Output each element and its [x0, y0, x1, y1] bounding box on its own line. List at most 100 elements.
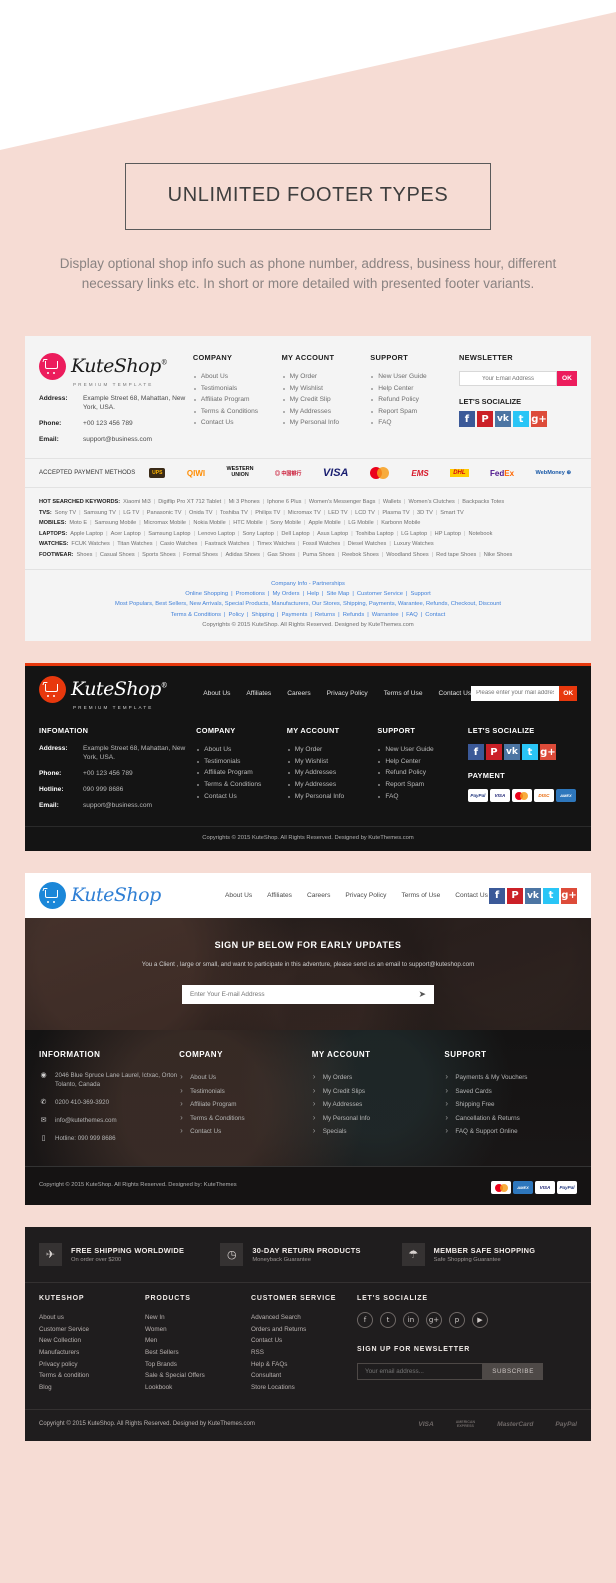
list-item[interactable]: Specials: [312, 1124, 445, 1139]
list-item[interactable]: Manufacturers: [39, 1347, 145, 1359]
keyword-link[interactable]: Philips TV: [255, 510, 280, 516]
list-item[interactable]: Terms & Conditions: [196, 779, 287, 791]
list-item[interactable]: Report Spam: [370, 406, 459, 418]
newsletter-email-input[interactable]: [458, 371, 557, 386]
subscribe-button[interactable]: SUBSCRIBE: [483, 1363, 543, 1381]
list-item[interactable]: About Us: [196, 744, 287, 756]
list-item[interactable]: About Us: [193, 371, 282, 383]
list-item[interactable]: Cancellation & Returns: [444, 1111, 577, 1126]
keyword-link[interactable]: LG Mobile: [348, 520, 374, 526]
newsletter-email-input[interactable]: [357, 1363, 484, 1381]
list-item[interactable]: Lookbook: [145, 1382, 251, 1394]
vk-icon[interactable]: vk: [525, 887, 541, 904]
list-item[interactable]: Privacy policy: [39, 1359, 145, 1371]
footer3-brand-block[interactable]: KuteShop: [39, 882, 189, 910]
keyword-link[interactable]: Micromax TV: [288, 510, 321, 516]
footer-link[interactable]: Customer Service: [357, 591, 403, 597]
youtube-icon[interactable]: ▶: [472, 1312, 488, 1329]
twitter-icon[interactable]: t: [512, 411, 529, 427]
vk-icon[interactable]: vk: [503, 744, 520, 761]
list-item[interactable]: About us: [39, 1312, 145, 1324]
list-item[interactable]: Top Brands: [145, 1359, 251, 1371]
list-item[interactable]: My Orders: [312, 1070, 445, 1085]
keyword-link[interactable]: Notebook: [468, 531, 492, 537]
nav-link[interactable]: Terms of Use: [384, 690, 423, 697]
linkedin-icon[interactable]: in: [403, 1312, 419, 1329]
footer-link[interactable]: Terms & Conditions: [171, 612, 221, 618]
list-item[interactable]: Contact Us: [179, 1124, 312, 1139]
keyword-link[interactable]: Sony TV: [55, 510, 76, 516]
nav-link[interactable]: About Us: [203, 690, 230, 697]
keyword-link[interactable]: Sony Laptop: [242, 531, 273, 537]
keyword-link[interactable]: FCUK Watches: [71, 541, 109, 547]
list-item[interactable]: New User Guide: [377, 744, 468, 756]
footer-link[interactable]: My Orders: [272, 591, 299, 597]
pinterest-icon[interactable]: p: [449, 1312, 465, 1329]
list-item[interactable]: Blog: [39, 1382, 145, 1394]
list-item[interactable]: Terms & Conditions: [193, 406, 282, 418]
keyword-link[interactable]: Onida TV: [189, 510, 213, 516]
facebook-icon[interactable]: f: [458, 411, 475, 427]
list-item[interactable]: Women: [145, 1324, 251, 1336]
footer-link[interactable]: Site Map: [326, 591, 349, 597]
list-item[interactable]: Orders and Returns: [251, 1324, 357, 1336]
list-item[interactable]: FAQ: [370, 417, 459, 429]
list-item[interactable]: Contact Us: [193, 417, 282, 429]
keyword-link[interactable]: 3D TV: [417, 510, 433, 516]
list-item[interactable]: My Credit Slip: [282, 394, 371, 406]
keyword-link[interactable]: Formal Shoes: [183, 552, 218, 558]
list-item[interactable]: Contact Us: [196, 791, 287, 803]
list-item[interactable]: My Order: [282, 371, 371, 383]
list-item[interactable]: Help & FAQs: [251, 1359, 357, 1371]
nav-link[interactable]: Affiliates: [246, 690, 271, 697]
footer-link[interactable]: Policy: [229, 612, 244, 618]
list-item[interactable]: Affiliate Program: [196, 767, 287, 779]
bottom-link-row[interactable]: Terms & Conditions | Policy | Shipping | Payme…: [39, 610, 577, 620]
footer-link[interactable]: Promotions: [236, 591, 265, 597]
keyword-link[interactable]: Asus Laptop: [317, 531, 348, 537]
list-item[interactable]: Customer Service: [39, 1324, 145, 1336]
logo[interactable]: KuteShop®: [39, 353, 193, 380]
keyword-link[interactable]: HP Laptop: [435, 531, 461, 537]
keyword-link[interactable]: Apple Laptop: [70, 531, 103, 537]
keyword-link[interactable]: Reebok Shoes: [342, 552, 379, 558]
keyword-link[interactable]: Plasma TV: [382, 510, 409, 516]
keyword-link[interactable]: LCD TV: [355, 510, 375, 516]
keyword-link[interactable]: Shoes: [77, 552, 93, 558]
twitter-icon[interactable]: t: [543, 887, 559, 904]
vk-icon[interactable]: vk: [494, 411, 511, 427]
pinterest-icon[interactable]: P: [476, 411, 493, 427]
nav-link[interactable]: About Us: [225, 892, 252, 899]
keyword-link[interactable]: Sports Shoes: [142, 552, 176, 558]
list-item[interactable]: My Credit Slips: [312, 1084, 445, 1099]
keyword-link[interactable]: Karbonn Mobile: [381, 520, 420, 526]
footer-link[interactable]: Warrantee: [372, 612, 399, 618]
keyword-link[interactable]: Toshiba TV: [220, 510, 248, 516]
keyword-link[interactable]: Backpacks Totes: [462, 499, 504, 505]
keyword-link[interactable]: Diesel Watches: [348, 541, 387, 547]
facebook-icon[interactable]: f: [467, 744, 484, 761]
keyword-link[interactable]: LG Laptop: [401, 531, 427, 537]
keyword-link[interactable]: Samsung Laptop: [148, 531, 190, 537]
nav-link[interactable]: Privacy Policy: [327, 690, 368, 697]
list-item[interactable]: Men: [145, 1335, 251, 1347]
keyword-link[interactable]: Samsung TV: [84, 510, 116, 516]
list-item[interactable]: My Personal Info: [287, 791, 378, 803]
footer-link[interactable]: Refunds: [343, 612, 365, 618]
bottom-link-row[interactable]: Company Info - Partnerships: [39, 579, 577, 589]
list-item[interactable]: My Order: [287, 744, 378, 756]
list-item[interactable]: Terms & Conditions: [179, 1111, 312, 1126]
footer-link[interactable]: Returns: [315, 612, 335, 618]
keyword-link[interactable]: Samsung Mobile: [95, 520, 137, 526]
keyword-link[interactable]: Panasonic TV: [147, 510, 182, 516]
list-item[interactable]: My Wishlist: [287, 756, 378, 768]
list-item[interactable]: Payments & My Vouchers: [444, 1070, 577, 1085]
list-item[interactable]: Contact Us: [251, 1335, 357, 1347]
pinterest-icon[interactable]: P: [507, 887, 523, 904]
list-item[interactable]: Affiliate Program: [193, 394, 282, 406]
keyword-link[interactable]: Apple Mobile: [308, 520, 340, 526]
nav-link[interactable]: Terms of Use: [401, 892, 440, 899]
list-item[interactable]: RSS: [251, 1347, 357, 1359]
keyword-link[interactable]: Nokia Mobile: [193, 520, 225, 526]
list-item[interactable]: Testimonials: [196, 756, 287, 768]
